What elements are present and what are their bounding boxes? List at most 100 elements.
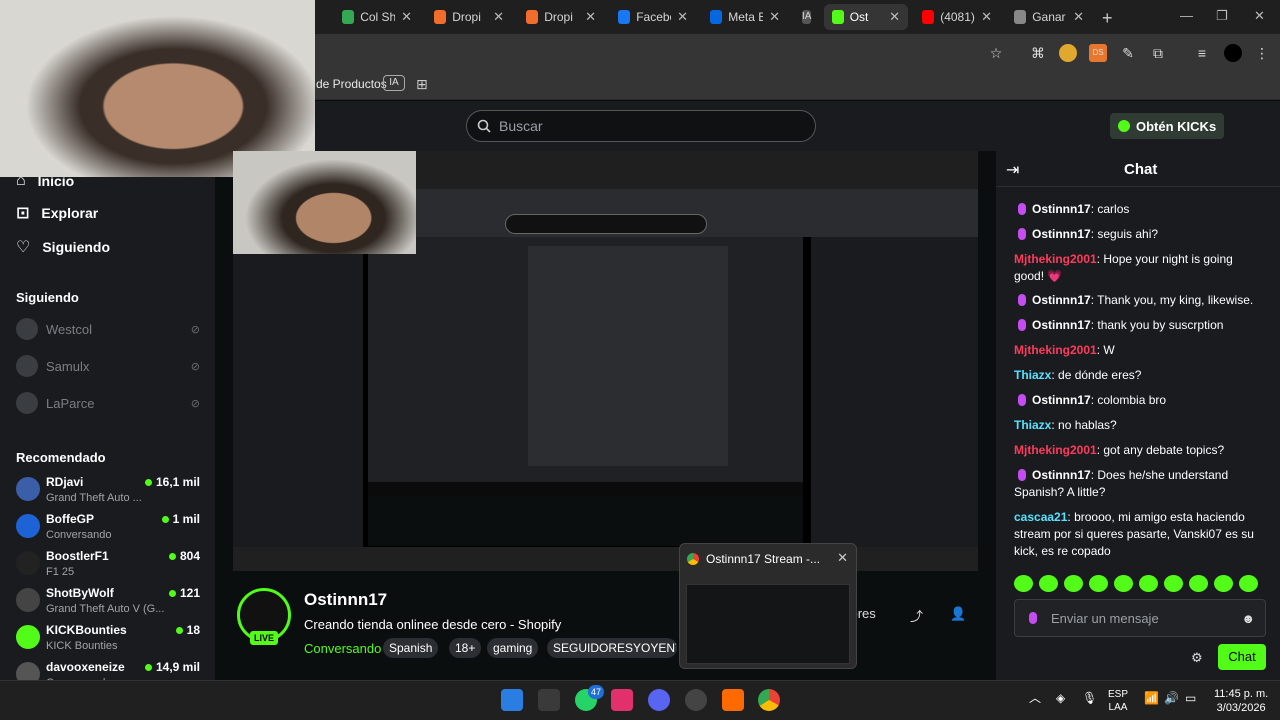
chat-username[interactable]: Ostinnn17 <box>1032 468 1091 482</box>
media-control-icon[interactable]: ≡ <box>1193 44 1211 62</box>
nav-explorar[interactable]: ⊡ Explorar <box>16 203 98 223</box>
taskbar-preview-popup[interactable]: Ostinnn17 Stream -... ✕ <box>679 543 857 669</box>
tab-close-icon[interactable]: ✕ <box>1073 9 1084 25</box>
nav-siguiendo[interactable]: ♡ Siguiendo <box>16 237 110 257</box>
emote-icon[interactable] <box>1089 575 1108 592</box>
bookmark-productos[interactable]: de Productos <box>316 77 387 91</box>
chrome-taskbar-icon[interactable] <box>758 689 780 711</box>
chat-username[interactable]: Thiazx <box>1014 418 1051 432</box>
emote-icon[interactable] <box>1139 575 1158 592</box>
tab-close-icon[interactable]: ✕ <box>889 9 900 25</box>
chat-username[interactable]: cascaa21 <box>1014 510 1067 524</box>
chat-message[interactable]: Ostinnn17: Does he/she understand Spanis… <box>1014 467 1264 501</box>
extension-icon[interactable]: ⌘ <box>1029 44 1047 62</box>
stream-tag[interactable]: gaming <box>487 638 539 658</box>
emote-icon[interactable] <box>1214 575 1233 592</box>
chat-username[interactable]: Mjtheking2001 <box>1014 443 1097 457</box>
collapse-chat-icon[interactable]: ⇥ <box>1006 160 1019 180</box>
profile-avatar[interactable] <box>1224 44 1242 62</box>
eyedropper-icon[interactable]: ✎ <box>1119 44 1137 62</box>
share-icon[interactable]: ⤴ <box>910 606 923 625</box>
chat-message[interactable]: Ostinnn17: seguis ahi? <box>1014 226 1264 243</box>
recommended-channel[interactable]: RDjavi Grand Theft Auto ... 16,1 mil <box>16 475 200 509</box>
recommended-channel[interactable]: KICKBounties KICK Bounties 18 <box>16 623 200 657</box>
browser-tab[interactable]: Dropi ✕ <box>518 4 604 30</box>
new-tab-button[interactable]: + <box>1102 8 1113 29</box>
apps-grid-icon[interactable]: ⊞ <box>416 76 428 93</box>
menu-kebab-icon[interactable]: ⋮ <box>1253 44 1271 62</box>
windows-start-icon[interactable] <box>501 689 523 711</box>
chat-username[interactable]: Ostinnn17 <box>1032 318 1091 332</box>
chat-message[interactable]: Ostinnn17: carlos <box>1014 201 1264 218</box>
extension-coin-icon[interactable] <box>1059 44 1077 62</box>
browser-tab[interactable]: Ganar d ✕ <box>1006 4 1092 30</box>
chat-settings-gear-icon[interactable]: ⚙ <box>1191 650 1203 666</box>
chat-message[interactable]: Ostinnn17: colombia bro <box>1014 392 1264 409</box>
chat-username[interactable]: Mjtheking2001 <box>1014 343 1097 357</box>
volume-icon[interactable]: 🔊 <box>1164 692 1179 705</box>
emote-icon[interactable] <box>1014 575 1033 592</box>
following-item[interactable]: LaParce ⊘ <box>16 392 200 414</box>
emote-icon[interactable] <box>1164 575 1183 592</box>
input-language[interactable]: ESP LAA <box>1108 688 1128 714</box>
stream-tag[interactable]: SEGUIDORESYOYENT <box>547 638 677 658</box>
browser-tab[interactable]: Meta B ✕ <box>702 4 788 30</box>
chat-message[interactable]: Mjtheking2001: got any debate topics? <box>1014 442 1264 459</box>
tray-mic-icon[interactable]: 🎙 <box>1082 692 1097 705</box>
emote-icon[interactable] <box>1039 575 1058 592</box>
emote-icon[interactable] <box>1239 575 1258 592</box>
minimize-button[interactable]: — <box>1180 8 1193 23</box>
chat-message[interactable]: Mjtheking2001: Hope your night is going … <box>1014 251 1264 285</box>
chat-input[interactable]: Enviar un mensaje ☻ <box>1014 599 1266 637</box>
bookmark-star-icon[interactable]: ☆ <box>987 44 1005 62</box>
chat-message[interactable]: Thiazx: de dónde eres? <box>1014 367 1264 384</box>
browser-tab[interactable]: Ost ✕ <box>824 4 908 30</box>
recommended-channel[interactable]: BoffeGP Conversando 1 mil <box>16 512 200 546</box>
chat-username[interactable]: Ostinnn17 <box>1032 393 1091 407</box>
chat-message[interactable]: Mjtheking2001: W <box>1014 342 1264 359</box>
get-kicks-button[interactable]: Obtén KICKs <box>1110 113 1225 139</box>
clock[interactable]: 11:45 p. m. 3/03/2026 <box>1214 687 1268 715</box>
chat-username[interactable]: Ostinnn17 <box>1032 227 1091 241</box>
chat-send-button[interactable]: Chat <box>1218 644 1266 670</box>
emote-icon[interactable] <box>1189 575 1208 592</box>
tab-close-icon[interactable]: ✕ <box>493 9 504 25</box>
browser-tab[interactable]: Col Sh ✕ <box>334 4 420 30</box>
preview-close-icon[interactable]: ✕ <box>837 550 848 566</box>
chat-message[interactable]: Ostinnn17: thank you by suscrption <box>1014 317 1264 334</box>
search-input[interactable]: Buscar <box>466 110 816 142</box>
chat-message[interactable]: Thiazx: no hablas? <box>1014 417 1264 434</box>
tab-close-icon[interactable]: ✕ <box>677 9 688 25</box>
browser-tab[interactable]: (4081) ✕ <box>914 4 1000 30</box>
chat-message[interactable]: cascaa21: broooo, mi amigo esta haciendo… <box>1014 509 1264 560</box>
browser-tab[interactable]: Dropi ✕ <box>426 4 512 30</box>
tab-close-icon[interactable]: ✕ <box>401 9 412 25</box>
streamer-name[interactable]: Ostinnn17 <box>304 590 387 610</box>
emote-icon[interactable] <box>1064 575 1083 592</box>
maximize-button[interactable]: ❐ <box>1216 8 1228 24</box>
obs-icon[interactable] <box>685 689 707 711</box>
store-icon[interactable] <box>538 689 560 711</box>
tab-close-icon[interactable]: ✕ <box>769 9 780 25</box>
follow-user-icon[interactable]: 👤 <box>950 606 966 622</box>
close-window-button[interactable]: ✕ <box>1254 8 1265 24</box>
chat-username[interactable]: Ostinnn17 <box>1032 293 1091 307</box>
instagram-icon[interactable] <box>611 689 633 711</box>
tab-close-icon[interactable]: ✕ <box>585 9 596 25</box>
stream-tag[interactable]: Spanish <box>383 638 439 658</box>
recommended-channel[interactable]: BoostlerF1 F1 25 804 <box>16 549 200 583</box>
following-item[interactable]: Westcol ⊘ <box>16 318 200 340</box>
chat-username[interactable]: Mjtheking2001 <box>1014 252 1097 266</box>
emote-icon[interactable] <box>1114 575 1133 592</box>
chat-message[interactable]: Ostinnn17: Thank you, my king, likewise. <box>1014 292 1264 309</box>
tray-app-icon[interactable]: ◈ <box>1056 692 1065 705</box>
tray-chevron-icon[interactable]: ︿ <box>1029 692 1041 705</box>
recommended-channel[interactable]: ShotByWolf Grand Theft Auto V (G... 121 <box>16 586 200 620</box>
extensions-puzzle-icon[interactable]: ⧉ <box>1149 44 1167 62</box>
browser-tab[interactable]: Facebo ✕ <box>610 4 696 30</box>
stream-tag[interactable]: 18+ <box>449 638 482 658</box>
tab-close-icon[interactable]: ✕ <box>981 9 992 25</box>
chat-username[interactable]: Thiazx <box>1014 368 1051 382</box>
browser-tab[interactable]: IA <box>794 4 818 30</box>
extension-ds-icon[interactable]: DS <box>1089 44 1107 62</box>
